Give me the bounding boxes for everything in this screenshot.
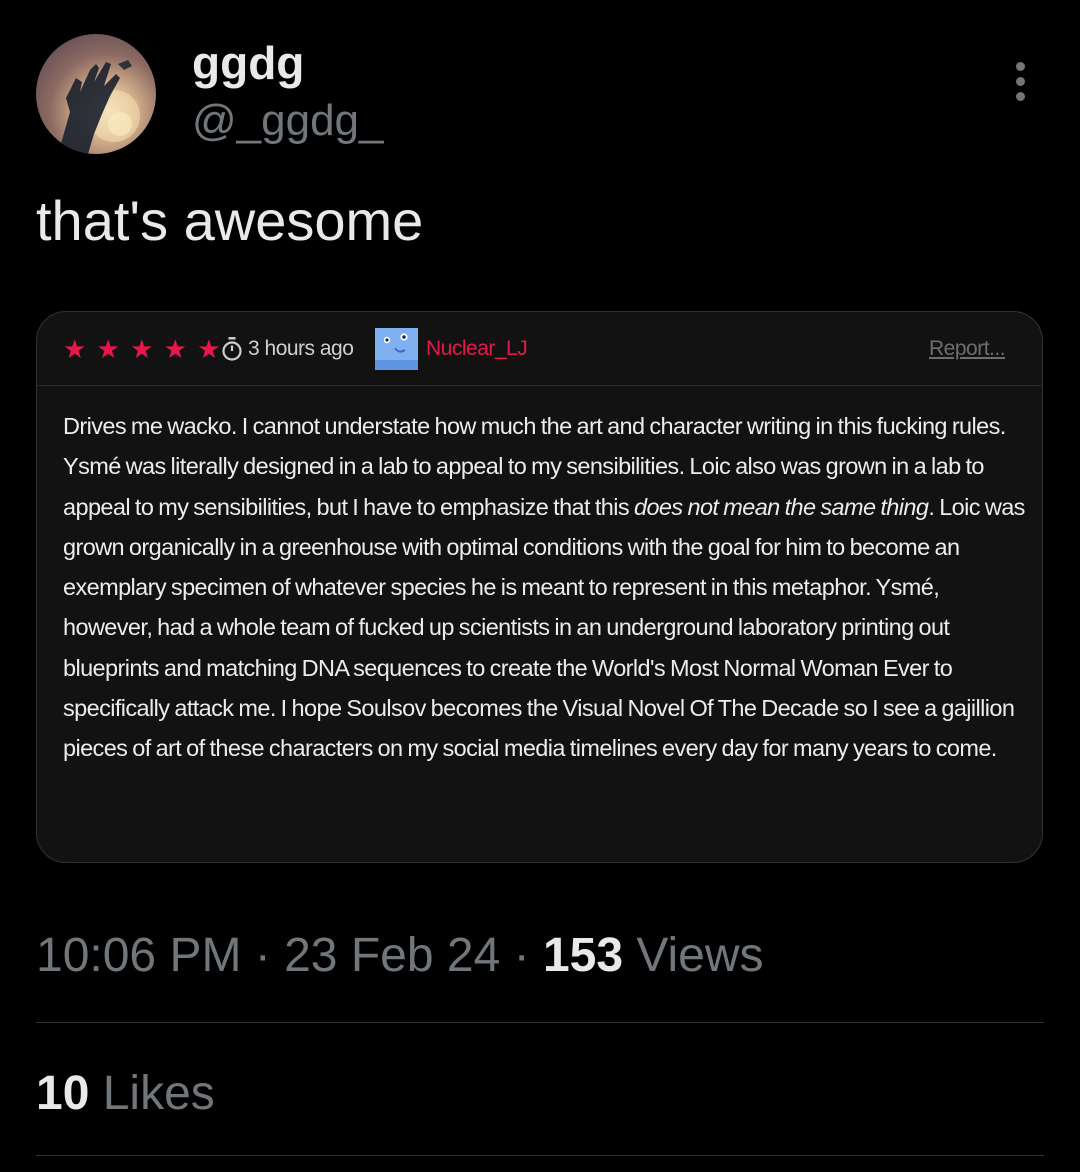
author-handle[interactable]: @_ggdg_ [192,92,384,150]
meta-separator: · [241,929,285,982]
tweet-time[interactable]: 10:06 PM [36,929,241,982]
author-display-name[interactable]: ggdg [192,34,304,92]
views-count: 153 [542,929,624,982]
star-icon: ★ [130,334,155,364]
stopwatch-icon [222,337,242,361]
reviewer-avatar[interactable] [375,328,418,370]
star-rating: ★ ★ ★ ★ ★ [63,334,223,364]
reviewer-name-link[interactable]: Nuclear_LJ [426,334,528,364]
tweet-date[interactable]: 23 Feb 24 [284,929,500,982]
review-body: Drives me wacko. I cannot understate how… [63,406,1028,769]
tweet-text: that's awesome [36,189,424,252]
divider [36,1022,1044,1023]
author-avatar[interactable] [36,34,156,154]
likes-label: Likes [89,1067,215,1120]
likes-link[interactable]: 10 Likes [36,1064,215,1124]
star-icon: ★ [197,334,222,364]
meta-separator: · [500,929,543,982]
views-label: Views [623,929,764,982]
tweet-meta: 10:06 PM · 23 Feb 24 · 153 Views [36,926,764,986]
star-icon: ★ [63,334,88,364]
hand-silhouette-avatar-icon [58,60,140,154]
divider [36,1155,1044,1156]
review-header: ★ ★ ★ ★ ★ 3 hours ago Nuclear_LJ Report.… [37,312,1042,386]
star-icon: ★ [96,334,121,364]
review-time-ago: 3 hours ago [248,337,354,360]
likes-count: 10 [36,1067,90,1120]
star-icon: ★ [163,334,188,364]
review-body-emphasis: does not mean the same thing [633,493,929,520]
more-vertical-icon[interactable] [1004,62,1036,104]
report-link[interactable]: Report... [929,334,1006,364]
review-card-image[interactable]: ★ ★ ★ ★ ★ 3 hours ago Nuclear_LJ Report.… [36,311,1043,863]
review-body-text-continued: . Loic was grown organically in a greenh… [63,493,1025,762]
